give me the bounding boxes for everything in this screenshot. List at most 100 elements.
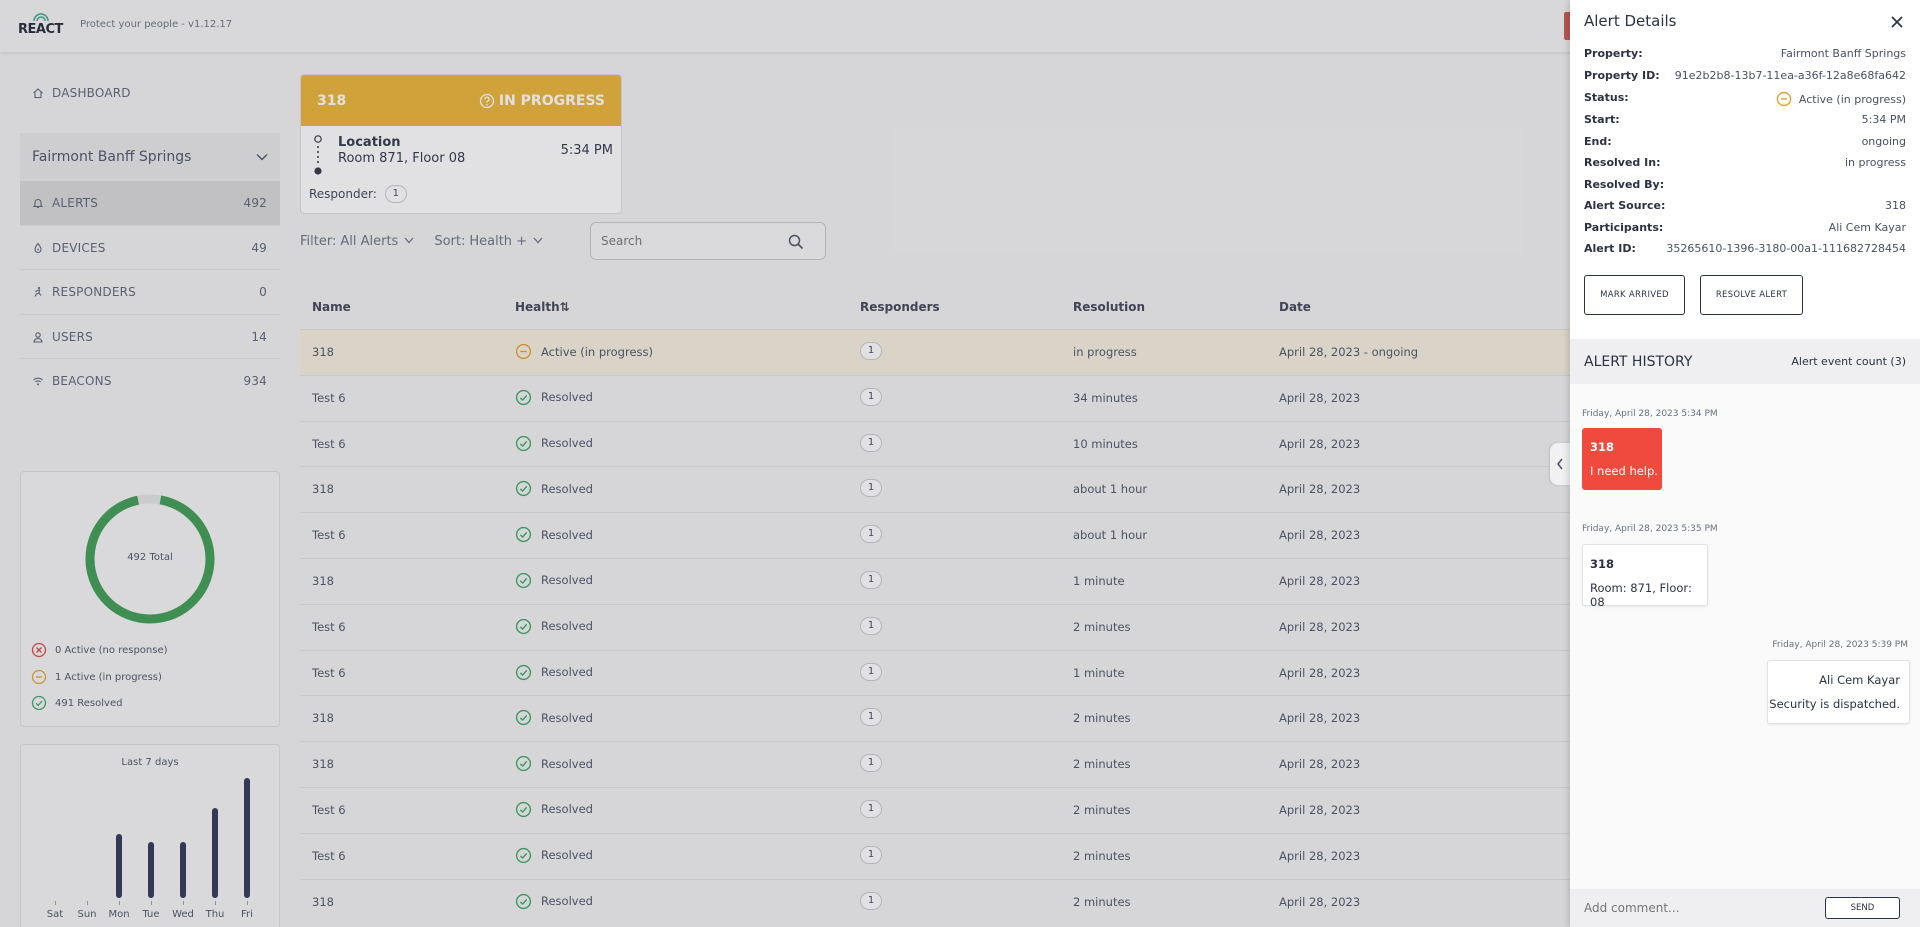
detail-key: Resolved By: [1584, 178, 1665, 191]
cell-health: Resolved [515, 480, 593, 497]
column-header-date[interactable]: Date [1279, 300, 1311, 314]
alerts-summary-card: 492 Total 0 Active (no response) 1 Activ… [20, 471, 280, 727]
collapse-drawer-button[interactable] [1550, 443, 1570, 485]
alert-history-header: ALERT HISTORY Alert event count (3) [1570, 339, 1920, 384]
detail-value: Fairmont Banff Springs [1780, 47, 1906, 60]
table-row[interactable]: Test 6 Resolved 1 2 minutes April 28, 2023 [300, 603, 1570, 650]
cell-resolution: 2 minutes [1073, 711, 1131, 726]
cell-resolution: 34 minutes [1073, 390, 1138, 405]
active-alert-card[interactable]: 318 IN PROGRESS Location Room 871, Floor… [300, 74, 622, 214]
property-select[interactable]: Fairmont Banff Springs [20, 133, 280, 181]
bell-icon [30, 195, 46, 211]
detail-participants: Participants: Ali Cem Kayar [1584, 221, 1906, 237]
cell-responders: 1 [860, 570, 882, 589]
column-header-health[interactable]: Health⇅ [515, 300, 570, 314]
event-timestamp: Friday, April 28, 2023 5:35 PM [1582, 524, 1718, 534]
column-header-resolution[interactable]: Resolution [1073, 300, 1145, 314]
wifi-icon [30, 373, 46, 389]
last-7-days-card: Last 7 days Sat Sun Mon Tue Wed Thu Fri [20, 744, 280, 927]
health-text: Resolved [541, 619, 593, 634]
table-row[interactable]: 318 Active (in progress) 1 in progress April… [300, 329, 1570, 375]
table-row[interactable]: Test 6 Resolved 1 2 minutes April 28, 2023 [300, 786, 1570, 833]
chart-x-label: Thu [205, 909, 225, 920]
react-logo[interactable]: REACT [18, 11, 63, 37]
sidebar-item-devices[interactable]: DEVICES 49 [20, 226, 280, 270]
detail-alert-id: Alert ID: 35265610-1396-3180-00a1-111682… [1584, 242, 1906, 258]
cell-health: Resolved [515, 709, 593, 726]
chart-tick [87, 901, 88, 905]
table-row[interactable]: 318 Resolved 1 2 minutes April 28, 2023 [300, 695, 1570, 741]
health-text: Resolved [541, 894, 593, 909]
responder-count-badge: 1 [860, 479, 882, 498]
sidebar-item-users[interactable]: USERS 14 [20, 315, 280, 359]
x-circle-icon [31, 642, 47, 658]
chevron-down-icon[interactable] [533, 236, 543, 247]
table-row[interactable]: 318 Resolved 1 1 minute April 28, 2023 [300, 557, 1570, 604]
check-circle-icon [515, 709, 532, 726]
chart-title: Last 7 days [121, 757, 179, 768]
cell-resolution: 10 minutes [1073, 436, 1138, 451]
route-dots-icon [314, 135, 322, 175]
detail-key: Resolved In: [1584, 156, 1661, 169]
sidebar-item-dashboard[interactable]: DASHBOARD [20, 71, 280, 115]
cell-resolution: about 1 hour [1073, 528, 1148, 543]
send-button[interactable]: SEND [1825, 897, 1900, 919]
responder-count-badge: 1 [860, 891, 882, 910]
sort-select[interactable]: Health + [469, 234, 527, 249]
alert-location: Location Room 871, Floor 08 5:34 PM [313, 131, 613, 175]
search-box[interactable] [590, 222, 826, 260]
responder-count-badge: 1 [860, 433, 882, 452]
column-header-name[interactable]: Name [312, 300, 351, 314]
table-row[interactable]: 318 Resolved 1 2 minutes April 28, 2023 [300, 741, 1570, 787]
cell-date: April 28, 2023 [1279, 436, 1361, 451]
app-tagline: Protect your people - v1.12.17 [80, 19, 233, 30]
health-text: Active (in progress) [541, 344, 653, 359]
chevron-left-icon [1556, 455, 1564, 474]
legend-resolved: 491 Resolved [31, 695, 122, 711]
sidebar-item-responders[interactable]: RESPONDERS 0 [20, 270, 280, 314]
cell-date: April 28, 2023 [1279, 848, 1361, 863]
cell-name: 318 [312, 573, 334, 588]
close-icon[interactable] [1890, 14, 1904, 28]
message-sender: 318 [1590, 557, 1615, 571]
comment-input[interactable] [1584, 899, 1804, 917]
table-header: Name Health⇅ Responders Resolution Date [300, 285, 1570, 329]
chart-bar [116, 834, 122, 898]
chart-bar [244, 778, 250, 898]
health-text: Resolved [541, 573, 593, 588]
sidebar-item-alerts[interactable]: ALERTS 492 [20, 181, 280, 225]
alert-card-header: 318 IN PROGRESS [301, 75, 621, 126]
table-row[interactable]: Test 6 Resolved 1 about 1 hour April 28, 202… [300, 512, 1570, 558]
cell-responders: 1 [860, 433, 882, 452]
cell-responders: 1 [860, 342, 882, 360]
filter-select[interactable]: All Alerts [340, 234, 398, 249]
search-icon[interactable] [787, 233, 805, 251]
table-row[interactable]: Test 6 Resolved 1 2 minutes April 28, 2023 [300, 832, 1570, 879]
detail-key: End: [1584, 135, 1612, 148]
alert-source: 318 [317, 92, 347, 109]
health-text: Resolved [541, 710, 593, 725]
user-icon [30, 329, 46, 345]
search-input[interactable] [601, 232, 781, 250]
sidebar-item-label: ALERTS [52, 196, 99, 210]
filter-bar: Filter: All Alerts Sort: Health + [300, 222, 563, 260]
table-row[interactable]: Test 6 Resolved 1 1 minute April 28, 2023 [300, 649, 1570, 696]
check-circle-icon [515, 893, 532, 910]
detail-key: Status: [1584, 91, 1629, 104]
table-row[interactable]: Test 6 Resolved 1 10 minutes April 28, 2023 [300, 420, 1570, 467]
mark-arrived-button[interactable]: MARK ARRIVED [1584, 275, 1685, 315]
column-header-responders[interactable]: Responders [860, 300, 940, 314]
cell-name: 318 [312, 345, 334, 359]
resolve-alert-button[interactable]: RESOLVE ALERT [1700, 275, 1803, 315]
check-circle-icon [515, 664, 532, 681]
table-row[interactable]: 318 Resolved 1 2 minutes April 28, 2023 [300, 878, 1570, 925]
chart-bar [148, 842, 154, 898]
detail-resolved-in: Resolved In: in progress [1584, 156, 1906, 172]
table-row[interactable]: 318 Resolved 1 about 1 hour April 28, 2023 [300, 466, 1570, 512]
event-timestamp: Friday, April 28, 2023 5:39 PM [1772, 640, 1908, 650]
sidebar-item-count: 14 [251, 330, 267, 344]
cell-health: Resolved [515, 664, 593, 681]
chevron-down-icon[interactable] [404, 236, 414, 247]
sidebar-item-beacons[interactable]: BEACONS 934 [20, 359, 280, 403]
table-row[interactable]: Test 6 Resolved 1 34 minutes April 28, 2023 [300, 374, 1570, 421]
